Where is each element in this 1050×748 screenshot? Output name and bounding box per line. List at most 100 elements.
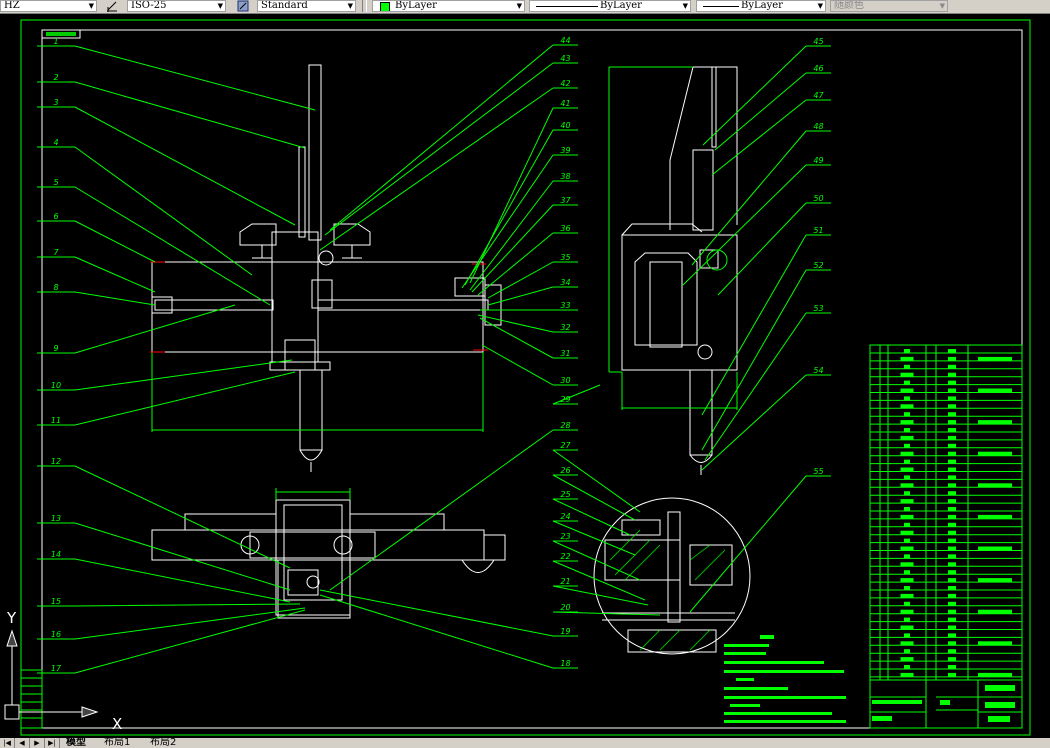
table-style-icon[interactable]: [237, 0, 249, 12]
parts-row-material: [948, 475, 956, 480]
leader-line: [324, 62, 578, 236]
leader-line: [37, 304, 236, 354]
parts-row-material: [948, 593, 956, 598]
tab-layout1[interactable]: 布局1: [104, 738, 130, 748]
balloon-number: 41: [560, 99, 570, 108]
balloon-number: 28: [560, 421, 570, 430]
balloon-number: 22: [560, 552, 570, 561]
chevron-down-icon: ▼: [817, 2, 823, 10]
balloon-number: 47: [813, 91, 824, 100]
linetype-control-dropdown[interactable]: ByLayer ▼: [529, 0, 691, 12]
table-style-value: Standard: [261, 0, 308, 11]
parts-row-name: [904, 554, 910, 559]
lineweight-control-dropdown[interactable]: ByLayer ▼: [696, 0, 826, 12]
parts-row-standard: [978, 356, 1012, 361]
parts-row-material: [948, 443, 956, 448]
balloon-number: 29: [560, 395, 570, 404]
detail-view-circle: [593, 497, 751, 655]
parts-row-material: [948, 522, 956, 527]
parts-row-name: [904, 459, 910, 464]
balloon-number: 32: [560, 323, 570, 332]
balloon-49: 49: [682, 156, 831, 286]
balloon-10: 10: [37, 359, 293, 391]
ucs-y-label: Y: [6, 609, 17, 627]
lineweight-preview: [703, 6, 739, 7]
balloon-number: 4: [53, 138, 58, 147]
color-control-dropdown[interactable]: ByLayer ▼: [372, 0, 525, 12]
tab-model[interactable]: 模型: [66, 738, 86, 748]
balloon-5: 5: [37, 178, 271, 306]
balloon-number: 33: [560, 301, 570, 310]
parts-row-standard: [978, 641, 1012, 646]
balloon-17: 17: [37, 609, 306, 674]
last-tab-button[interactable]: ▶|: [45, 738, 60, 748]
leader-line: [701, 374, 831, 471]
table-style-dropdown[interactable]: Standard ▼: [257, 0, 356, 12]
linetype-value: ByLayer: [600, 0, 642, 11]
parts-row-name: [900, 514, 914, 519]
leader-line: [319, 87, 578, 251]
text-style-dropdown[interactable]: HZ ▼: [0, 0, 97, 12]
balloon-number: 49: [813, 156, 823, 165]
side-view-dimensions: [608, 66, 738, 410]
balloon-number: 2: [53, 73, 58, 82]
balloon-number: 26: [560, 466, 570, 475]
plot-style-dropdown[interactable]: 随颜色 ▼: [830, 0, 948, 12]
parts-row-material: [948, 388, 956, 393]
chevron-down-icon: ▼: [939, 2, 945, 10]
balloon-43: 43: [324, 54, 578, 236]
parts-row-material: [948, 356, 956, 361]
dimension-style-dropdown[interactable]: ISO-25 ▼: [127, 0, 226, 12]
parts-row-material: [948, 412, 956, 417]
parts-row-material: [948, 657, 956, 662]
prev-tab-button[interactable]: ◀: [15, 738, 30, 748]
parts-row-material: [948, 665, 956, 669]
balloon-number: 48: [813, 122, 823, 131]
parts-row-material: [948, 586, 956, 590]
parts-row-name: [904, 428, 910, 432]
dimension-style-icon[interactable]: [106, 0, 118, 12]
parts-row-name: [900, 499, 914, 504]
parts-row-material: [948, 609, 956, 614]
leader-line: [37, 106, 296, 226]
parts-row-standard: [978, 672, 1012, 677]
drawing-canvas[interactable]: 1234567891011121314151617444342414039383…: [0, 13, 1050, 738]
balloon-13: 13: [37, 514, 291, 591]
parts-row-name: [904, 380, 910, 385]
parts-row-material: [948, 435, 956, 440]
parts-row-name: [900, 546, 914, 551]
balloon-2: 2: [37, 73, 306, 149]
parts-row-name: [900, 609, 914, 614]
parts-row-material: [948, 451, 956, 456]
technical-notes: [724, 635, 846, 723]
balloon-number: 36: [560, 224, 570, 233]
chevron-down-icon: ▼: [347, 2, 353, 10]
parts-row-name: [900, 641, 914, 646]
balloon-number: 54: [813, 366, 823, 375]
parts-row-name: [904, 364, 910, 369]
balloon-number: 8: [53, 283, 58, 292]
parts-row-name: [904, 491, 910, 496]
parts-row-name: [904, 665, 910, 669]
balloon-46: 46: [714, 64, 831, 151]
parts-row-name: [900, 483, 914, 488]
balloon-55: 55: [689, 467, 831, 613]
chevron-down-icon: ▼: [516, 2, 522, 10]
parts-row-material: [948, 396, 956, 401]
first-tab-button[interactable]: |◀: [0, 738, 15, 748]
parts-row-name: [904, 443, 910, 448]
balloon-number: 16: [51, 630, 61, 639]
next-tab-button[interactable]: ▶: [30, 738, 45, 748]
leader-line: [319, 594, 578, 669]
parts-row-standard: [978, 483, 1012, 488]
layout-tabs-bar: |◀ ◀ ▶ ▶| 模型 布局1 布局2: [0, 738, 1050, 748]
parts-row-name: [904, 412, 910, 417]
balloon-number: 44: [560, 36, 570, 45]
tab-layout2[interactable]: 布局2: [150, 738, 176, 748]
side-view: [621, 66, 738, 475]
balloon-number: 19: [560, 627, 570, 636]
balloon-number: 34: [560, 278, 570, 287]
balloon-number: 27: [560, 441, 571, 450]
leader-line: [701, 234, 831, 416]
leader-line: [552, 449, 641, 513]
